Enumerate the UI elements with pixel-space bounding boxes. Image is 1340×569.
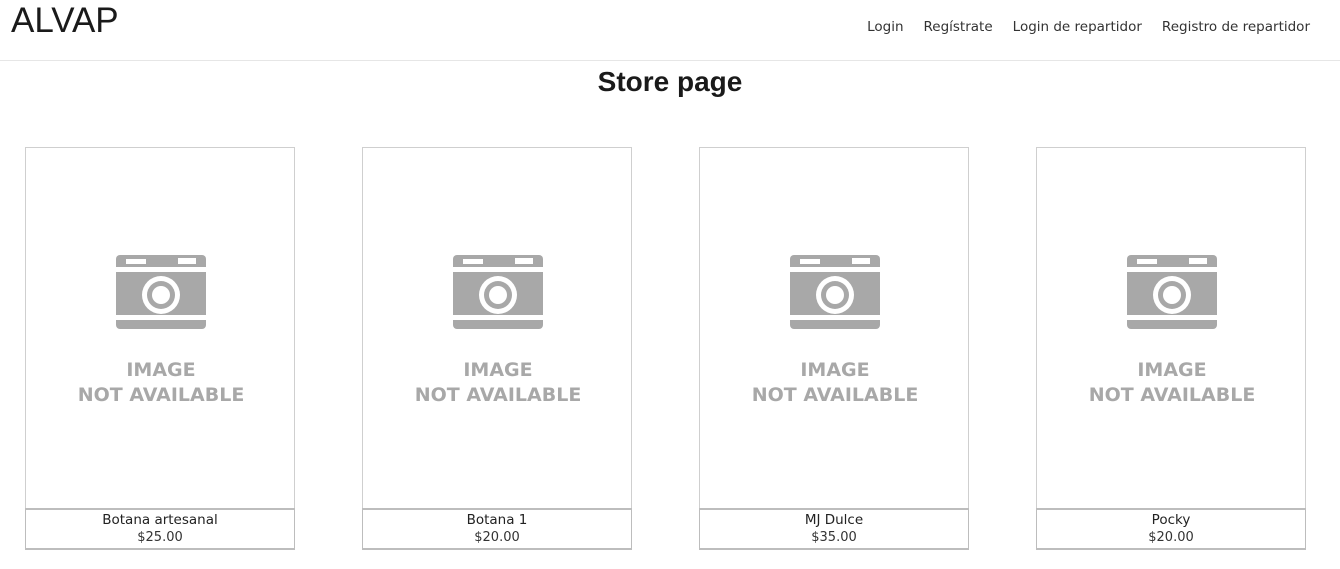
nav-login-link[interactable]: Login [867,18,903,36]
image-unavailable-text: NOT AVAILABLE [751,384,919,406]
nav-links: Login Regístrate Login de repartidor Reg… [867,18,1310,36]
product-info: Botana 1 $20.00 [362,508,632,550]
product-price: $35.00 [811,530,857,545]
product-card[interactable]: IMAGE NOT AVAILABLE Botana artesanal $25… [25,147,295,550]
product-card[interactable]: IMAGE NOT AVAILABLE MJ Dulce $35.00 [699,147,969,550]
camera-icon [1127,255,1217,329]
product-image-placeholder[interactable]: IMAGE NOT AVAILABLE [1036,147,1306,510]
product-image-placeholder[interactable]: IMAGE NOT AVAILABLE [699,147,969,510]
brand-logo[interactable]: ALVAP [11,0,119,42]
product-price: $20.00 [1148,530,1194,545]
nav-courier-login-link[interactable]: Login de repartidor [1013,18,1142,36]
image-unavailable-text: IMAGE [463,359,533,381]
image-unavailable-text: NOT AVAILABLE [1088,384,1256,406]
product-price: $20.00 [474,530,520,545]
product-card[interactable]: IMAGE NOT AVAILABLE Pocky $20.00 [1036,147,1306,550]
image-unavailable-text: IMAGE [1137,359,1207,381]
product-name[interactable]: Botana 1 [363,511,631,529]
product-image-placeholder[interactable]: IMAGE NOT AVAILABLE [362,147,632,510]
navbar: ALVAP Login Regístrate Login de repartid… [0,0,1340,61]
product-name[interactable]: MJ Dulce [700,511,968,529]
product-image-placeholder[interactable]: IMAGE NOT AVAILABLE [25,147,295,510]
product-name[interactable]: Pocky [1037,511,1305,529]
camera-icon [453,255,543,329]
image-unavailable-text: IMAGE [800,359,870,381]
nav-courier-register-link[interactable]: Registro de repartidor [1162,18,1310,36]
product-price: $25.00 [137,530,183,545]
nav-register-link[interactable]: Regístrate [924,18,993,36]
image-unavailable-text: NOT AVAILABLE [414,384,582,406]
page-title: Store page [597,66,743,97]
product-info: MJ Dulce $35.00 [699,508,969,550]
product-info: Botana artesanal $25.00 [25,508,295,550]
product-card[interactable]: IMAGE NOT AVAILABLE Botana 1 $20.00 [362,147,632,550]
camera-icon [116,255,206,329]
camera-icon [790,255,880,329]
image-unavailable-text: NOT AVAILABLE [77,384,245,406]
image-unavailable-text: IMAGE [126,359,196,381]
product-info: Pocky $20.00 [1036,508,1306,550]
product-name[interactable]: Botana artesanal [26,511,294,529]
